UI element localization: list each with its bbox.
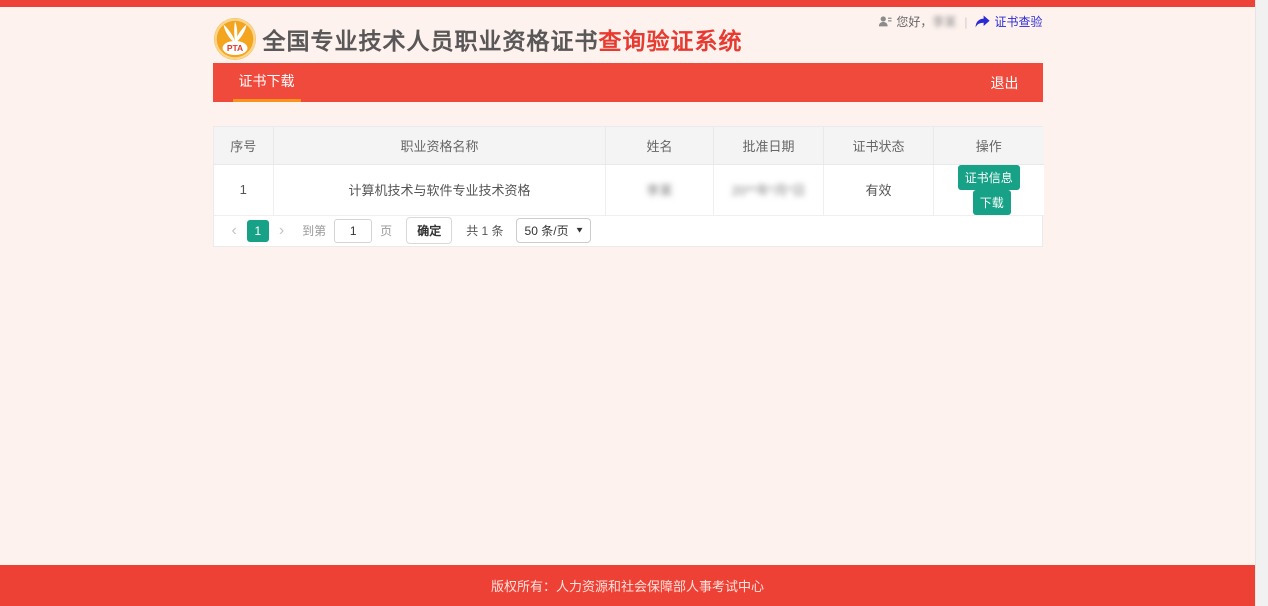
pagination-bar: ‹ 1 › 到第 页 确定 共 1 条 50 条/页 ▼ <box>214 216 1042 246</box>
pta-logo-graphic: PTA <box>213 17 257 61</box>
copyright-text: 版权所有：人力资源和社会保障部人事考试中心 <box>491 576 764 595</box>
certificate-verify-link[interactable]: 证书查验 <box>975 13 1042 30</box>
pta-logo: PTA <box>213 17 257 61</box>
pagination-total-count: 共 1 条 <box>466 222 503 239</box>
page-title-accent: 查询验证系统 <box>599 28 743 54</box>
col-header-status: 证书状态 <box>824 127 934 164</box>
top-accent-bar <box>0 0 1255 7</box>
cell-status: 有效 <box>824 164 934 215</box>
logout-button[interactable]: 退出 <box>991 63 1019 102</box>
cell-approval-date: 20**年*月*日 <box>714 164 824 215</box>
redacted-name: 李某 <box>646 183 672 198</box>
pagination-prev-icon[interactable]: ‹ <box>226 223 243 239</box>
footer: 版权所有：人力资源和社会保障部人事考试中心 <box>0 565 1255 606</box>
pagination-goto-label: 到第 <box>302 222 326 239</box>
cell-index: 1 <box>214 164 274 215</box>
cell-qualification: 计算机技术与软件专业技术资格 <box>274 164 606 215</box>
greeting-username-redacted: 李某 <box>932 13 956 30</box>
user-icon <box>878 15 892 29</box>
chevron-down-icon: ▼ <box>575 226 585 235</box>
user-greeting-bar: 您好， 李某 | 证书查验 <box>878 13 1042 30</box>
col-header-qualification: 职业资格名称 <box>274 127 606 164</box>
certificate-table: 序号 职业资格名称 姓名 批准日期 证书状态 操作 1 计算机技术与软件专业技术… <box>214 127 1044 216</box>
pagination-page-label: 页 <box>380 222 392 239</box>
redacted-approval-date: 20**年*月*日 <box>732 183 806 198</box>
scrollbar[interactable] <box>1255 0 1268 606</box>
greeting-divider: | <box>964 15 967 29</box>
logout-label: 退出 <box>991 73 1019 93</box>
pagination-page-1[interactable]: 1 <box>247 220 269 242</box>
page-title: 全国专业技术人员职业资格证书查询验证系统 <box>263 22 743 56</box>
certificate-verify-label: 证书查验 <box>994 13 1042 30</box>
cell-actions: 证书信息 下载 <box>934 164 1044 215</box>
certificate-table-card: 序号 职业资格名称 姓名 批准日期 证书状态 操作 1 计算机技术与软件专业技术… <box>213 126 1043 247</box>
certificate-info-button[interactable]: 证书信息 <box>958 165 1020 190</box>
col-header-actions: 操作 <box>934 127 1044 164</box>
site-header: PTA 全国专业技术人员职业资格证书查询验证系统 您好， 李某 | <box>213 7 1043 63</box>
tab-certificate-download-label: 证书下载 <box>239 71 295 91</box>
page-title-main: 全国专业技术人员职业资格证书 <box>263 28 599 54</box>
tab-certificate-download[interactable]: 证书下载 <box>233 63 301 102</box>
svg-text:PTA: PTA <box>226 43 242 53</box>
pagination-goto-input[interactable] <box>334 219 372 243</box>
download-button[interactable]: 下载 <box>973 190 1011 215</box>
page-viewport: PTA 全国专业技术人员职业资格证书查询验证系统 您好， 李某 | <box>0 0 1255 606</box>
pagination-next-icon[interactable]: › <box>273 223 290 239</box>
pagination-confirm-button[interactable]: 确定 <box>406 217 452 244</box>
cell-name: 李某 <box>606 164 714 215</box>
col-header-approval-date: 批准日期 <box>714 127 824 164</box>
greeting-text: 您好， <box>896 13 932 30</box>
page-size-value: 50 条/页 <box>525 222 569 239</box>
table-header-row: 序号 职业资格名称 姓名 批准日期 证书状态 操作 <box>214 127 1044 164</box>
page-size-select[interactable]: 50 条/页 ▼ <box>516 218 592 243</box>
share-arrow-icon <box>975 15 990 28</box>
table-row: 1 计算机技术与软件专业技术资格 李某 20**年*月*日 有效 证书信息 下载 <box>214 164 1044 215</box>
col-header-index: 序号 <box>214 127 274 164</box>
col-header-name: 姓名 <box>606 127 714 164</box>
main-navbar: 证书下载 退出 <box>213 63 1043 102</box>
